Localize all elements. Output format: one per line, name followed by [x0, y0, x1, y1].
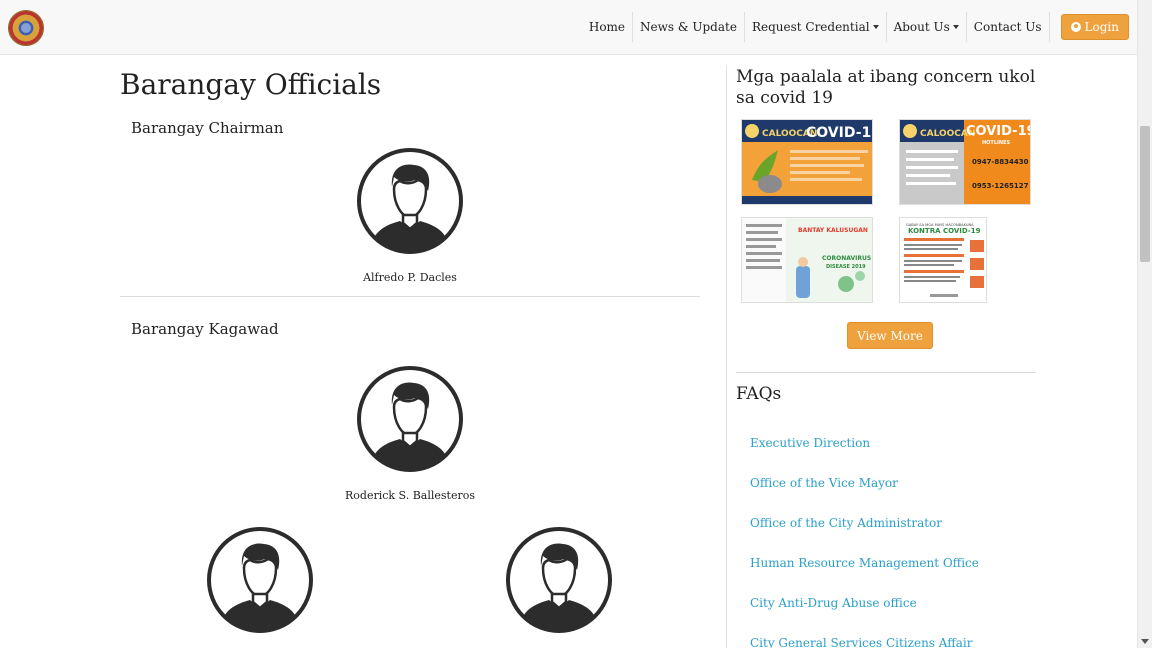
poster-image: BANTAY KALUSUGAN CORONAVIRUS DISEASE 201…: [742, 218, 872, 302]
avatar-icon: [357, 366, 463, 472]
nav-home-label: Home: [588, 20, 626, 34]
nav-about-us[interactable]: About Us: [885, 12, 966, 42]
city-seal-logo[interactable]: [8, 10, 44, 46]
login-wrap: Login: [1048, 12, 1137, 42]
column-divider: [726, 66, 727, 648]
official-name: Roderick S. Ballesteros: [345, 489, 475, 502]
faq-link-city-administrator[interactable]: Office of the City Administrator: [750, 516, 942, 530]
poster-image: CALOOCAN COVID-19 HOTLINES 0947-8834430 …: [900, 120, 1031, 204]
covid-poster-4[interactable]: GABAY SA MGA MAYS HACONBAKUNA KONTRA COV…: [899, 217, 987, 303]
main-nav: Home News & Update Request Credential Ab…: [582, 12, 1137, 42]
official-name: Alfredo P. Dacles: [363, 271, 457, 284]
poster-phone: 0947-8834430: [972, 158, 1029, 166]
poster-sub: HOTLINES: [982, 140, 1010, 146]
official-card: [449, 526, 669, 638]
poster-heading: CORONAVIRUS: [822, 255, 871, 262]
faq-link-human-resource[interactable]: Human Resource Management Office: [750, 556, 979, 570]
nav-home[interactable]: Home: [582, 12, 632, 42]
nav-news-label: News & Update: [640, 20, 737, 34]
official-card: Alfredo P. Dacles: [300, 147, 520, 284]
poster-badge: BANTAY KALUSUGAN: [798, 227, 868, 234]
official-card: [150, 526, 370, 638]
poster-image: GABAY SA MGA MAYS HACONBAKUNA KONTRA COV…: [900, 218, 986, 302]
nav-about-label: About Us: [893, 20, 950, 34]
nav-contact-us[interactable]: Contact Us: [965, 12, 1049, 42]
page-title: Barangay Officials: [120, 68, 382, 101]
user-circle-icon: [1070, 22, 1081, 32]
covid-poster-2[interactable]: CALOOCAN COVID-19 HOTLINES 0947-8834430 …: [899, 119, 1031, 205]
nav-request-label: Request Credential: [751, 20, 870, 34]
covid-section-title: Mga paalala at ibang concern ukol sa cov…: [736, 67, 1036, 108]
poster-phone-2: 0953-1265127: [972, 182, 1029, 190]
nav-request-credential[interactable]: Request Credential: [743, 12, 886, 42]
section-title-chairman: Barangay Chairman: [131, 119, 284, 137]
poster-heading: COVID-19: [806, 125, 873, 141]
faq-link-anti-drug[interactable]: City Anti-Drug Abuse office: [750, 596, 917, 610]
faqs-title: FAQs: [736, 384, 782, 404]
login-button[interactable]: Login: [1060, 14, 1129, 40]
covid-poster-1[interactable]: CALOOCAN COVID-19: [741, 119, 873, 205]
poster-image: CALOOCAN COVID-19: [742, 120, 873, 204]
faq-link-executive-direction[interactable]: Executive Direction: [750, 436, 870, 450]
avatar-icon: [207, 527, 313, 633]
faq-link-office-vice-mayor[interactable]: Office of the Vice Mayor: [750, 476, 898, 490]
page-scrollbar[interactable]: [1137, 0, 1152, 648]
nav-news-update[interactable]: News & Update: [632, 12, 744, 42]
scrollbar-thumb[interactable]: [1140, 126, 1150, 262]
avatar-icon: [506, 527, 612, 633]
view-more-button[interactable]: View More: [847, 322, 933, 349]
section-title-kagawad: Barangay Kagawad: [131, 320, 279, 338]
navbar: Home News & Update Request Credential Ab…: [0, 0, 1137, 55]
faq-link-general-services[interactable]: City General Services Citizens Affair: [750, 636, 972, 648]
section-divider: [120, 296, 700, 297]
poster-sub: DISEASE 2019: [826, 264, 866, 270]
caret-down-icon: [952, 25, 959, 29]
official-card: Roderick S. Ballesteros: [300, 365, 520, 502]
covid-poster-3[interactable]: BANTAY KALUSUGAN CORONAVIRUS DISEASE 201…: [741, 217, 873, 303]
scroll-down-arrow-icon[interactable]: [1141, 639, 1149, 644]
avatar-icon: [357, 148, 463, 254]
nav-contact-label: Contact Us: [973, 20, 1042, 34]
poster-heading: KONTRA COVID-19: [908, 227, 981, 235]
poster-heading: COVID-19: [966, 124, 1031, 139]
login-label: Login: [1084, 20, 1119, 34]
caret-down-icon: [872, 25, 879, 29]
sidebar-divider: [736, 372, 1036, 373]
